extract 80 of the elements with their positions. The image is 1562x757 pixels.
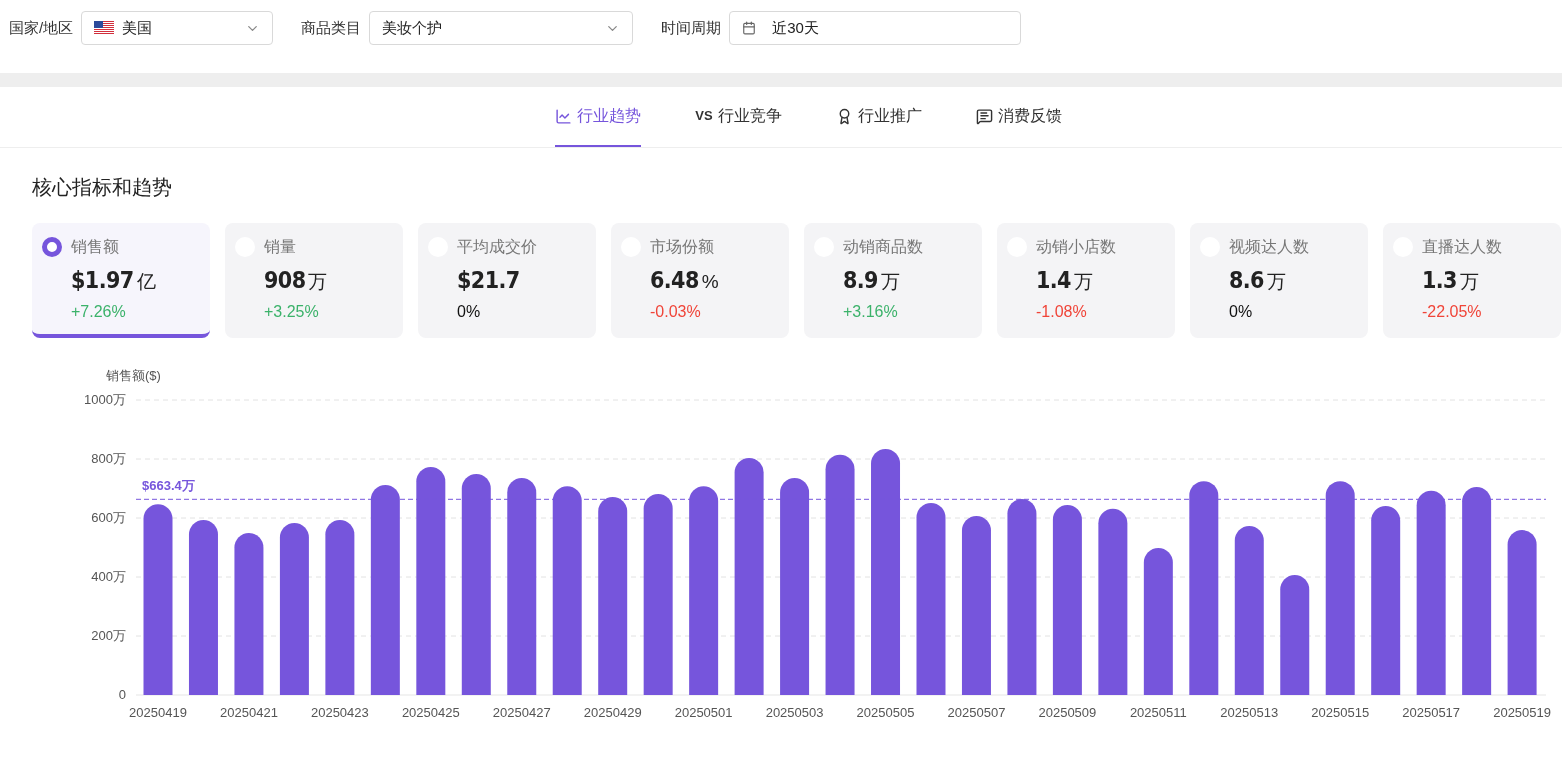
x-axis-label: 20250505 — [856, 705, 915, 720]
metric-change: +7.26% — [71, 301, 127, 322]
metric-label: 直播达人数 — [1422, 237, 1502, 257]
metric-value: 908 — [264, 266, 306, 295]
metric-card[interactable]: 市场份额 6.48% -0.03% — [611, 223, 789, 338]
filter-select[interactable]: 近30天 — [729, 11, 1022, 45]
x-axis-label: 20250429 — [583, 705, 642, 720]
metric-change: +3.16% — [843, 301, 899, 322]
metric-label: 动销商品数 — [843, 237, 923, 257]
metric-value: 8.6 — [1229, 266, 1264, 295]
flag-icon — [94, 21, 115, 35]
tab[interactable]: VS 行业竞争 — [695, 87, 782, 147]
x-axis-label: 20250501 — [674, 705, 733, 720]
metric-change: -1.08% — [1036, 301, 1088, 322]
section-title: 核心指标和趋势 — [32, 175, 172, 200]
x-axis-label: 20250419 — [129, 705, 187, 720]
x-axis-label: 20250503 — [765, 705, 824, 720]
metric-card[interactable]: 动销商品数 8.9 万 +3.16% — [804, 223, 982, 338]
metric-unit: 万 — [1459, 270, 1479, 294]
metric-unit: 万 — [1073, 270, 1093, 294]
metric-card[interactable]: 销售额 $1.97 亿 +7.26% — [32, 223, 210, 338]
metric-label: 市场份额 — [650, 237, 714, 257]
filter-select[interactable]: 美妆个护 — [369, 11, 634, 45]
tab[interactable]: 行业推广 — [835, 87, 922, 147]
x-axis-label: 20250515 — [1311, 705, 1370, 720]
calendar-icon — [742, 21, 757, 35]
metric-change: +3.25% — [264, 301, 320, 322]
metric-unit: 万 — [1266, 270, 1286, 294]
metric-label: 视频达人数 — [1229, 237, 1309, 257]
metric-unit: % — [701, 270, 719, 294]
y-axis-label: 200万 — [91, 628, 126, 643]
metric-label: 销售额 — [71, 237, 119, 257]
filter-label: 商品类目 — [301, 17, 362, 38]
message-icon — [975, 107, 993, 125]
metric-card[interactable]: 直播达人数 1.3 万 -22.05% — [1383, 223, 1561, 338]
line-chart-icon — [555, 107, 573, 125]
x-axis-label: 20250519 — [1493, 705, 1551, 720]
metric-change: 0% — [1229, 301, 1254, 322]
x-axis-label: 20250517 — [1402, 705, 1461, 720]
tab[interactable]: 消费反馈 — [975, 87, 1062, 147]
filter-select[interactable]: 美国 — [81, 11, 274, 45]
metric-value: 6.48 — [650, 266, 699, 295]
filter-label: 时间周期 — [661, 17, 722, 38]
metric-change: -22.05% — [1422, 301, 1483, 322]
metric-label: 销量 — [264, 237, 296, 257]
x-axis-label: 20250511 — [1129, 705, 1187, 720]
x-axis-label: 20250425 — [401, 705, 460, 720]
metric-card[interactable]: 动销小店数 1.4万 -1.08% — [997, 223, 1175, 338]
radio-icon — [42, 237, 62, 257]
metric-card[interactable]: 销量 908万 +3.25% — [225, 223, 403, 338]
y-axis-title: 销售额($) — [106, 368, 161, 383]
metric-value: $1.97 — [71, 266, 134, 295]
filter-label: 国家/地区 — [9, 17, 74, 38]
y-axis-label: 800万 — [91, 451, 126, 466]
x-axis-label: 20250513 — [1220, 705, 1279, 720]
x-axis-label: 20250421 — [220, 705, 278, 720]
y-axis-label: 600万 — [91, 510, 126, 525]
metric-value: 8.9 — [843, 266, 878, 295]
metric-value: $21.7 — [457, 266, 520, 295]
metric-label: 平均成交价 — [457, 237, 537, 257]
y-axis-label: 1000万 — [84, 392, 126, 407]
x-axis-label: 20250427 — [492, 705, 551, 720]
average-label: $663.4万 — [142, 478, 195, 494]
metric-value: 1.4 — [1036, 266, 1071, 295]
x-axis-label: 20250423 — [310, 705, 369, 720]
metric-change: 0% — [457, 301, 482, 322]
y-axis-label: 0 — [118, 687, 126, 702]
metric-label: 动销小店数 — [1036, 237, 1116, 257]
metric-value: 1.3 — [1422, 266, 1457, 295]
metric-change: -0.03% — [650, 301, 702, 322]
x-axis-label: 20250507 — [947, 705, 1006, 720]
metric-unit: 亿 — [136, 270, 156, 294]
x-axis-label: 20250509 — [1038, 705, 1097, 720]
tab[interactable]: 行业趋势 — [555, 87, 642, 147]
y-axis-label: 400万 — [91, 569, 126, 584]
metric-card[interactable]: 视频达人数 8.6万 0% — [1190, 223, 1368, 338]
metric-unit: 万 — [880, 270, 900, 294]
metric-card[interactable]: 平均成交价 $21.7 0% — [418, 223, 596, 338]
vs-icon: VS — [695, 106, 713, 126]
metric-unit: 万 — [308, 270, 328, 294]
